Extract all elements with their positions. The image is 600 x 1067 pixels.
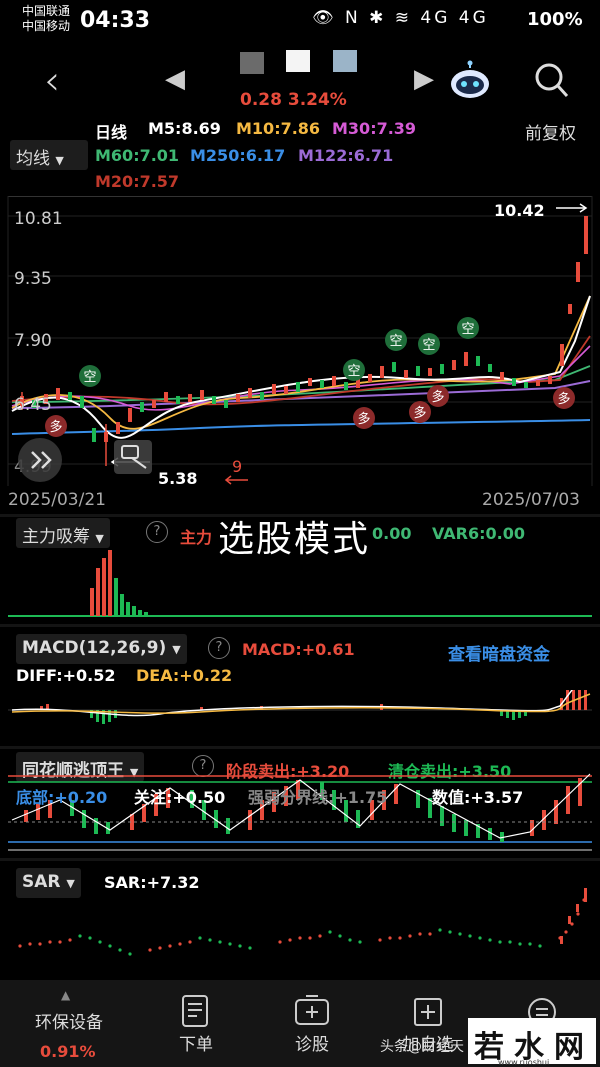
svg-text:多: 多 — [357, 411, 370, 427]
watermark-url: www.ruoshui — [498, 1058, 550, 1067]
macd-chart — [8, 690, 592, 724]
y-tick-2: 9.35 — [14, 269, 52, 289]
divider-2 — [0, 624, 600, 627]
carrier-2: 中国移动 — [22, 19, 71, 33]
var6-value: VAR6:0.00 — [432, 524, 526, 543]
svg-text:多: 多 — [431, 389, 444, 405]
chevron-down-icon: ▼ — [95, 532, 104, 545]
period-label[interactable]: 日线 — [95, 119, 127, 143]
diagnose-icon[interactable] — [292, 994, 332, 1030]
kline-chart[interactable]: 10.81 9.35 7.90 6.45 4.99 10.42 5.38 9 空… — [0, 196, 600, 516]
svg-text:空: 空 — [422, 338, 435, 353]
chevron-down-icon: ▼ — [172, 643, 181, 656]
chevron-up-icon[interactable]: ▲ — [61, 988, 70, 1002]
divider-4 — [0, 858, 600, 861]
low-price-label: 5.38 — [158, 469, 197, 488]
svg-text:多: 多 — [413, 405, 426, 421]
macd-select-label: MACD(12,26,9) — [22, 638, 167, 658]
high-price-label: 10.42 — [494, 201, 545, 220]
numeric-value: 数值:+3.57 — [432, 788, 524, 807]
strong-weak-value: 强弱分界线:+1.75 — [248, 788, 388, 807]
prev-stock-icon[interactable]: ◀ — [165, 64, 185, 94]
order-icon[interactable] — [177, 994, 213, 1030]
dea-value: DEA:+0.22 — [136, 666, 233, 685]
sar-chart — [18, 888, 587, 956]
m5-value: M5:8.69 — [148, 119, 221, 138]
bottom-value: 底部:+0.20 — [16, 788, 108, 807]
kong-signals: 空 空 空 空 空 — [79, 317, 479, 387]
focus-value: 关注:+0.50 — [134, 788, 226, 807]
m122-value: M122:6.71 — [298, 146, 394, 165]
help-icon[interactable]: ? — [146, 521, 168, 543]
divider-3 — [0, 746, 600, 749]
help-icon[interactable]: ? — [208, 637, 230, 659]
date-end: 2025/07/03 — [482, 490, 580, 510]
search-icon[interactable] — [532, 60, 570, 100]
next-stock-icon[interactable]: ▶ — [414, 64, 434, 94]
m30-value: M30:7.39 — [332, 119, 417, 138]
y-tick-3: 7.90 — [14, 331, 52, 351]
zhuli-value-prefix: 主力 — [180, 528, 213, 547]
zhuli-value-suffix: 0.00 — [372, 524, 412, 543]
marker-9: 9 — [232, 457, 242, 476]
m250-value: M250:6.17 — [190, 146, 286, 165]
zhuli-select-label: 主力吸筹 — [22, 527, 90, 547]
svg-text:空: 空 — [347, 364, 360, 379]
m60-value: M60:7.01 — [95, 146, 180, 165]
sector-name[interactable]: 环保设备 — [14, 1008, 124, 1033]
diagnose-button[interactable]: 诊股 — [282, 1030, 342, 1055]
carrier-labels: 中国联通 中国移动 — [22, 4, 70, 34]
ma-select-label: 均线 — [16, 149, 50, 169]
add-favorite-icon[interactable] — [412, 996, 444, 1028]
svg-text:空: 空 — [83, 370, 96, 385]
date-start: 2025/03/21 — [8, 490, 106, 510]
m10-value: M10:7.86 — [236, 119, 321, 138]
zhuli-chart — [8, 550, 592, 617]
y-tick-1: 10.81 — [14, 209, 63, 229]
order-button[interactable]: 下单 — [166, 1030, 226, 1055]
y-tick-4: 6.45 — [14, 395, 52, 415]
fullscreen-icon[interactable] — [114, 440, 152, 474]
adjust-mode[interactable]: 前复权 — [525, 119, 576, 144]
back-icon[interactable]: ‹ — [44, 58, 60, 104]
sector-change: 0.91% — [40, 1042, 96, 1061]
stock-name-blurred-2 — [286, 50, 310, 72]
expand-panel-icon[interactable] — [18, 438, 62, 482]
status-icons: 👁 N ✱ ≋ 4G 4G — [312, 8, 489, 28]
svg-text:多: 多 — [49, 419, 62, 435]
stock-name-blurred-1 — [240, 52, 264, 74]
carrier-1: 中国联通 — [22, 4, 71, 18]
attribution-text: 头条@财经天 — [380, 1039, 464, 1055]
macd-value: MACD:+0.61 — [242, 640, 355, 659]
ths-chart — [8, 773, 592, 851]
stock-name-blurred-3 — [333, 50, 357, 72]
svg-text:空: 空 — [389, 334, 402, 349]
chevron-down-icon: ▼ — [55, 154, 64, 167]
battery-level: 100% — [527, 9, 583, 30]
diff-value: DIFF:+0.52 — [16, 666, 116, 685]
zhuli-select[interactable]: 主力吸筹 ▼ — [16, 518, 110, 548]
svg-text:多: 多 — [557, 391, 570, 407]
ai-assistant-icon[interactable] — [448, 60, 492, 100]
clock: 04:33 — [80, 8, 151, 33]
m20-value: M20:7.57 — [95, 172, 180, 191]
macd-select[interactable]: MACD(12,26,9) ▼ — [16, 634, 187, 664]
ma-type-select[interactable]: 均线 ▼ — [10, 140, 88, 170]
price-change: 0.28 3.24% — [240, 90, 347, 110]
dark-pool-link[interactable]: 查看暗盘资金 — [448, 640, 550, 665]
svg-text:空: 空 — [461, 322, 474, 337]
